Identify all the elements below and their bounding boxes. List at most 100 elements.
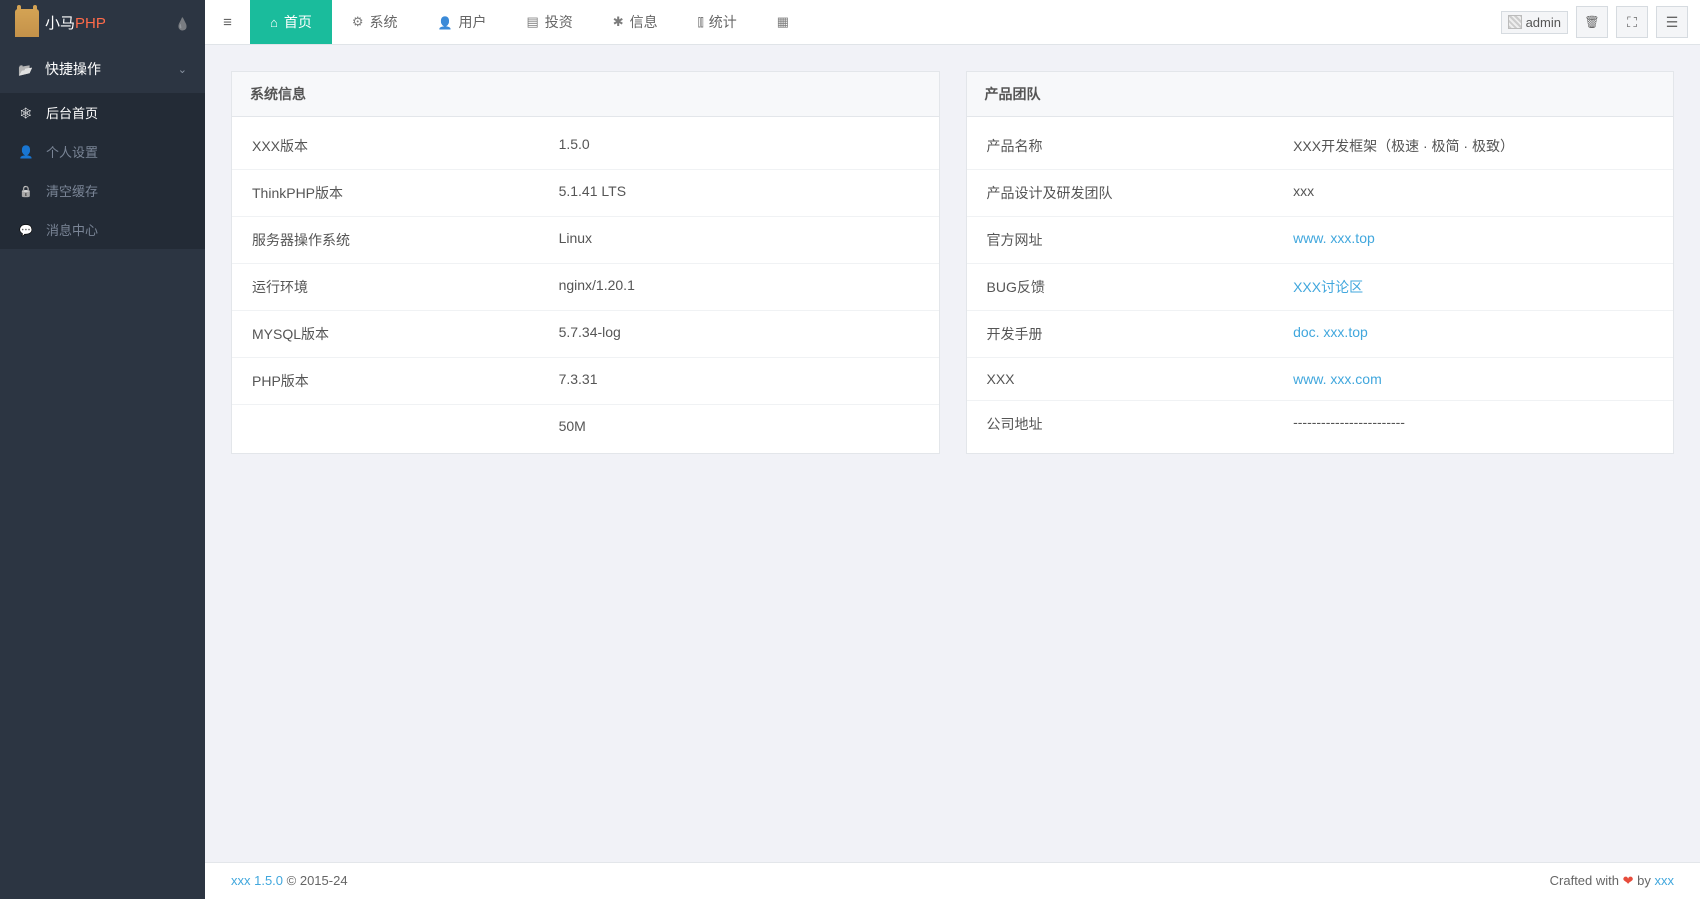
nav-item-统计[interactable]: 统计 — [678, 0, 757, 44]
comment-icon — [18, 222, 34, 237]
table-row: 运行环境nginx/1.20.1 — [232, 263, 939, 310]
row-value[interactable]: www. xxx.com — [1293, 371, 1653, 387]
lock-icon — [18, 183, 34, 198]
sidebar-group-label: 快捷操作 — [45, 59, 101, 79]
table-row: 官方网址www. xxx.top — [967, 216, 1674, 263]
brand-logo[interactable]: 小马PHP — [15, 9, 106, 37]
user-badge-label: admin — [1526, 15, 1561, 30]
nav-item-label: 投资 — [545, 12, 573, 32]
nav-item-投资[interactable]: 投资 — [506, 0, 592, 44]
footer-left: xxx 1.5.0 © 2015-24 — [231, 873, 348, 889]
row-key: 运行环境 — [252, 277, 559, 297]
row-value: 5.1.41 LTS — [559, 183, 919, 203]
user-badge[interactable]: admin — [1501, 11, 1568, 34]
table-row: 服务器操作系统Linux — [232, 216, 939, 263]
row-value: 7.3.31 — [559, 371, 919, 391]
card-header: 产品团队 — [967, 72, 1674, 117]
sidebar-group-header[interactable]: 快捷操作 ⌄ — [0, 45, 205, 93]
row-key: 服务器操作系统 — [252, 230, 559, 250]
row-value: xxx — [1293, 183, 1653, 203]
row-value: 50M — [559, 418, 919, 434]
fullscreen-button[interactable] — [1616, 6, 1648, 38]
row-value: ------------------------ — [1293, 414, 1653, 434]
row-key: ThinkPHP版本 — [252, 183, 559, 203]
table-row: XXX版本1.5.0 — [232, 123, 939, 169]
row-value: XXX开发框架（极速 · 极简 · 极致） — [1293, 136, 1653, 156]
table-row: 公司地址------------------------ — [967, 400, 1674, 447]
card-header: 系统信息 — [232, 72, 939, 117]
topbar: 首页系统 用户 投资 信息统计 admin — [205, 0, 1700, 45]
top-nav: 首页系统 用户 投资 信息统计 — [250, 0, 809, 44]
user-icon — [18, 144, 34, 159]
row-key: MYSQL版本 — [252, 324, 559, 344]
content: 系统信息 XXX版本1.5.0ThinkPHP版本5.1.41 LTS服务器操作… — [205, 45, 1700, 862]
sidebar: 小马PHP 快捷操作 ⌄ 后台首页个人设置清空缓存消息中心 — [0, 0, 205, 899]
row-key — [252, 418, 559, 434]
row-key: XXX — [987, 371, 1294, 387]
main-area: 首页系统用户投资信息统计 admin 系统信息 XXX版本1.5.0ThinkP… — [205, 0, 1700, 899]
row-value: 5.7.34-log — [559, 324, 919, 344]
more-menu-button[interactable] — [1656, 6, 1688, 38]
row-value[interactable]: doc. xxx.top — [1293, 324, 1653, 344]
sidebar-item-3[interactable]: 消息中心 — [0, 210, 205, 249]
sidebar-group-quick: 快捷操作 ⌄ 后台首页个人设置清空缓存消息中心 — [0, 45, 205, 249]
row-key: PHP版本 — [252, 371, 559, 391]
sidebar-item-0[interactable]: 后台首页 — [0, 93, 205, 132]
sidebar-item-1[interactable]: 个人设置 — [0, 132, 205, 171]
nav-item-more[interactable] — [757, 0, 809, 44]
row-value[interactable]: XXX讨论区 — [1293, 277, 1653, 297]
sidebar-item-2[interactable]: 清空缓存 — [0, 171, 205, 210]
topbar-right-tools: admin — [1489, 0, 1700, 44]
nav-item-首页[interactable]: 首页 — [250, 0, 332, 44]
row-key: 开发手册 — [987, 324, 1294, 344]
table-row: ThinkPHP版本5.1.41 LTS — [232, 169, 939, 216]
clear-cache-button[interactable] — [1576, 6, 1608, 38]
row-value: Linux — [559, 230, 919, 250]
nav-item-信息[interactable]: 信息 — [593, 0, 678, 44]
table-row: XXXwww. xxx.com — [967, 357, 1674, 400]
toggle-sidebar-button[interactable] — [205, 0, 250, 44]
row-value: 1.5.0 — [559, 136, 919, 156]
row-value[interactable]: www. xxx.top — [1293, 230, 1653, 250]
brand-text: 小马PHP — [45, 12, 106, 33]
chart-icon — [698, 14, 703, 30]
briefcase-icon — [526, 14, 538, 30]
footer: xxx 1.5.0 © 2015-24 Crafted with ❤ by xx… — [205, 862, 1700, 899]
droplet-icon[interactable] — [175, 15, 190, 31]
logo-icon — [15, 9, 39, 37]
row-key: 产品设计及研发团队 — [987, 183, 1294, 203]
footer-version-link[interactable]: xxx 1.5.0 — [231, 873, 283, 888]
nav-item-label: 信息 — [630, 12, 658, 32]
row-value: nginx/1.20.1 — [559, 277, 919, 297]
table-row: 产品名称XXX开发框架（极速 · 极简 · 极致） — [967, 123, 1674, 169]
table-row: MYSQL版本5.7.34-log — [232, 310, 939, 357]
table-row: 50M — [232, 404, 939, 447]
heart-icon: ❤ — [1623, 873, 1634, 888]
card-system-info: 系统信息 XXX版本1.5.0ThinkPHP版本5.1.41 LTS服务器操作… — [231, 71, 940, 454]
folder-open-icon — [18, 61, 33, 77]
footer-copyright: © 2015-24 — [283, 873, 348, 888]
table-row: 开发手册doc. xxx.top — [967, 310, 1674, 357]
sidebar-item-label: 清空缓存 — [46, 181, 98, 200]
nav-item-label: 用户 — [458, 12, 486, 32]
card-product-team: 产品团队 产品名称XXX开发框架（极速 · 极简 · 极致）产品设计及研发团队x… — [966, 71, 1675, 454]
user-icon — [438, 15, 453, 30]
row-key: XXX版本 — [252, 136, 559, 156]
nav-item-系统[interactable]: 系统 — [332, 0, 418, 44]
table-row: BUG反馈XXX讨论区 — [967, 263, 1674, 310]
sidebar-item-label: 消息中心 — [46, 220, 98, 239]
chevron-down-icon: ⌄ — [178, 63, 187, 76]
table-row: 产品设计及研发团队xxx — [967, 169, 1674, 216]
gear-icon — [352, 14, 364, 30]
row-key: BUG反馈 — [987, 277, 1294, 297]
footer-right: Crafted with ❤ by xxx — [1550, 873, 1674, 889]
row-key: 官方网址 — [987, 230, 1294, 250]
footer-author-link[interactable]: xxx — [1655, 873, 1675, 888]
info-icon — [613, 14, 624, 30]
logo-bar: 小马PHP — [0, 0, 205, 45]
home-icon — [270, 15, 278, 30]
row-key: 公司地址 — [987, 414, 1294, 434]
nav-item-用户[interactable]: 用户 — [418, 0, 507, 44]
table-row: PHP版本7.3.31 — [232, 357, 939, 404]
grid-icon — [777, 14, 789, 30]
